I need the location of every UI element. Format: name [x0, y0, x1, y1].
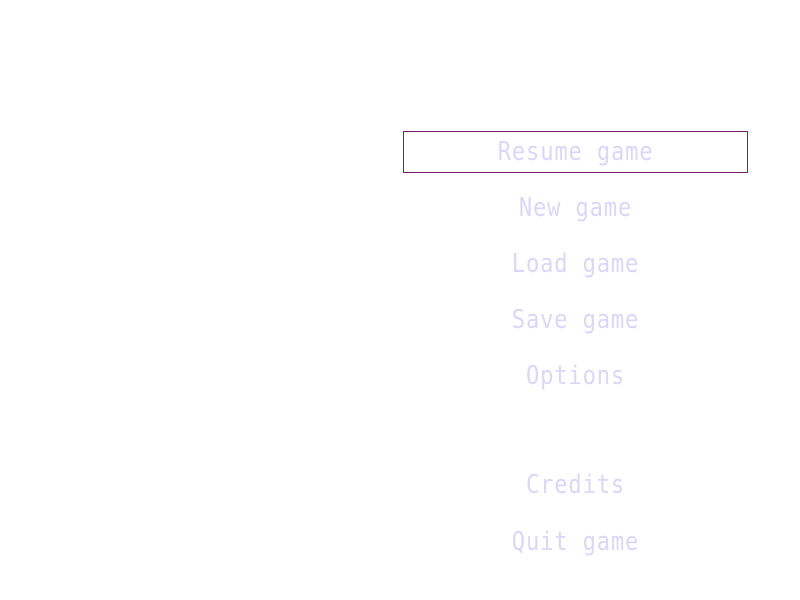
menu-item-label: Quit game	[511, 527, 640, 557]
menu-item-resume-game[interactable]: Resume game	[403, 131, 748, 173]
menu-item-label: Load game	[511, 249, 640, 279]
menu-item-quit-game[interactable]: Quit game	[429, 521, 722, 563]
menu-item-label: Options	[525, 361, 626, 391]
menu-item-load-game[interactable]: Load game	[429, 243, 722, 285]
menu-item-label: New game	[518, 193, 633, 223]
menu-item-options[interactable]: Options	[429, 355, 722, 397]
menu-item-label: Save game	[511, 305, 640, 335]
menu-item-label: Resume game	[497, 137, 654, 167]
menu-item-credits[interactable]: Credits	[429, 464, 722, 506]
menu-item-label: Credits	[525, 470, 626, 500]
menu-item-save-game[interactable]: Save game	[429, 299, 722, 341]
menu-item-new-game[interactable]: New game	[429, 187, 722, 229]
